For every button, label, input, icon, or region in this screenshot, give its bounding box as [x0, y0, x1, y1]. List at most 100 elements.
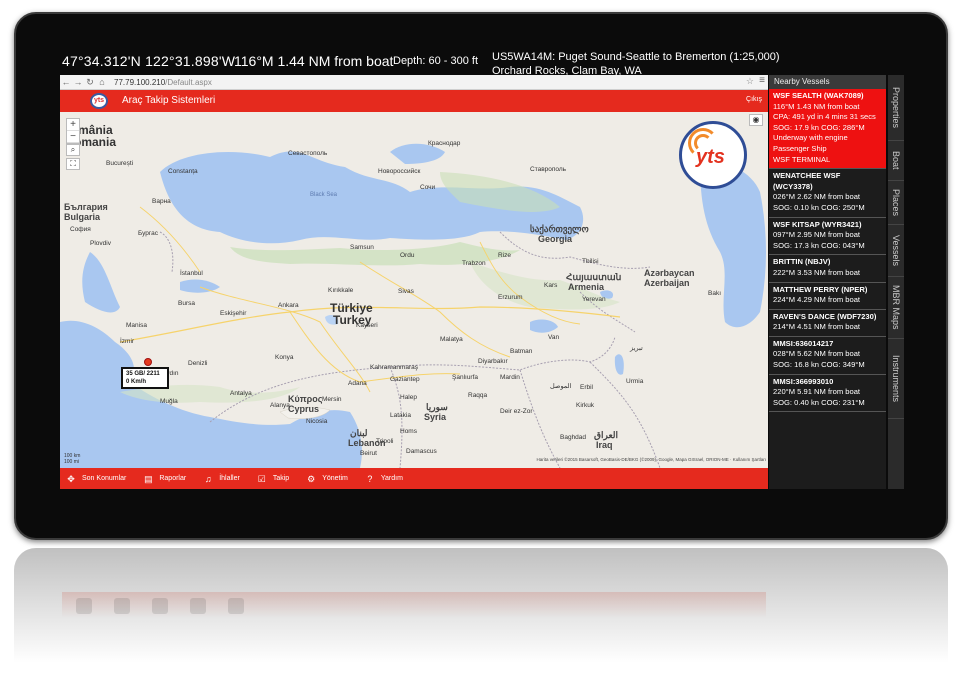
map-scale: 100 km 100 mi	[64, 453, 80, 465]
label-kahramanmaras: Kahramanmaraş	[370, 364, 419, 371]
vessel-item[interactable]: WSF SEALTH (WAK7089) 116°M 1.43 NM from …	[769, 89, 886, 170]
vessel-name: WSF KITSAP (WYR3421)	[773, 219, 862, 229]
label-mosul: الموصل	[550, 383, 572, 390]
label-sofia: София	[70, 226, 91, 233]
vessel-item[interactable]: RAVEN'S DANCE (WDF7230) 214°M 4.51 NM fr…	[769, 310, 886, 337]
vehicle-marker[interactable]	[144, 358, 152, 366]
label-manisa: Manisa	[126, 322, 147, 329]
footer-yardim[interactable]: ? Yardım	[365, 474, 403, 484]
url-host: 77.79.100.210	[114, 77, 166, 87]
map-view[interactable]: mânia omania București Constanța Българи…	[60, 112, 768, 468]
label-sivas: Sivas	[398, 288, 414, 295]
bell-icon: ♫	[204, 473, 212, 484]
vehicle-plate: 35 GB/ 2211	[126, 371, 160, 377]
tab-mbr-maps[interactable]: MBR Maps	[888, 277, 904, 339]
label-sochi: Сочи	[420, 184, 436, 191]
vessel-item[interactable]: WENATCHEE WSF (WCY3378) 026°M 2.62 NM fr…	[769, 169, 886, 218]
app-title: Araç Takip Sistemleri	[122, 95, 216, 106]
vessel-detail: SOG: 17.3 kn COG: 043°M	[773, 240, 865, 250]
browser-menu-icon[interactable]: ≡	[759, 75, 765, 86]
label-azerbaijan-native: Azərbaycan	[644, 268, 695, 278]
reflection-icon	[190, 598, 206, 614]
zoom-in-button[interactable]: +	[67, 119, 79, 131]
device-reflection	[14, 548, 948, 683]
checkbox-icon: ☑	[257, 473, 266, 484]
footer-yonetim[interactable]: ⚙ Yönetim	[306, 474, 348, 484]
label-raqqa: Raqqa	[468, 392, 488, 399]
tab-instruments[interactable]: Instruments	[888, 339, 904, 419]
vessel-detail: 116°M 1.43 NM from boat	[773, 101, 860, 111]
footer-ihlaller[interactable]: ♫ İhlaller	[203, 474, 240, 484]
vessel-name: WSF SEALTH (WAK7089)	[773, 91, 864, 100]
label-damascus: Damascus	[406, 448, 437, 455]
label-bulgaria-native: България	[64, 202, 108, 212]
zoom-out-button[interactable]: −	[67, 131, 79, 143]
label-varna: Варна	[152, 198, 171, 205]
footer-label: Takip	[272, 475, 290, 482]
url-path: /Default.aspx	[165, 77, 212, 87]
zoom-control: + −	[66, 118, 80, 144]
tab-places[interactable]: Places	[888, 181, 904, 225]
vessel-item[interactable]: MATTHEW PERRY (NPER) 224°M 4.29 NM from …	[769, 283, 886, 310]
label-kars: Kars	[544, 282, 558, 289]
reflection-icon	[228, 598, 244, 614]
side-tabs: Properties Boat Places Vessels MBR Maps …	[888, 75, 904, 489]
vessel-detail: 222°M 3.53 NM from boat	[773, 267, 861, 277]
label-erbil: Erbil	[580, 384, 594, 391]
label-syria: Syria	[424, 412, 447, 422]
label-erzurum: Erzurum	[498, 294, 523, 301]
tab-properties[interactable]: Properties	[888, 75, 904, 141]
crosshair-icon: ✥	[67, 473, 75, 484]
small-logo: yts	[90, 93, 108, 109]
exit-button[interactable]: Çıkış	[746, 96, 762, 103]
panel-title: Nearby Vessels	[769, 75, 886, 89]
vehicle-info-box[interactable]: 35 GB/ 2211 0 Km/h	[121, 367, 169, 389]
label-baghdad: Baghdad	[560, 434, 587, 441]
map-search-icon[interactable]: ⌕	[66, 144, 80, 156]
label-adana: Adana	[348, 380, 367, 387]
footer-son-konumlar[interactable]: ✥ Son Konumlar	[66, 474, 126, 484]
vessel-item[interactable]: WSF KITSAP (WYR3421) 097°M 2.95 NM from …	[769, 218, 886, 256]
label-nicosia: Nicosia	[306, 418, 328, 425]
reflection-icon	[76, 598, 92, 614]
label-burgas: Бургас	[138, 230, 159, 237]
vessel-detail: Passenger Ship	[773, 143, 827, 153]
vessel-name: MMSI:366993010	[773, 376, 834, 386]
map-geography	[60, 112, 768, 468]
map-layer-icon[interactable]: ◉	[749, 114, 763, 126]
tab-boat[interactable]: Boat	[888, 141, 904, 181]
label-bursa: Bursa	[178, 300, 195, 307]
label-krasnodar: Краснодар	[428, 140, 461, 147]
depth-readout: Depth: 60 - 300 ft	[393, 55, 478, 67]
reload-icon[interactable]: ↻	[84, 77, 96, 88]
label-armenia: Armenia	[568, 282, 605, 292]
map-attribution: Harita verileri ©2015 Basarsoft, GeoBasi…	[536, 457, 766, 462]
tab-vessels[interactable]: Vessels	[888, 225, 904, 277]
url-field[interactable]: 77.79.100.210/Default.aspx	[114, 78, 212, 87]
label-antalya: Antalya	[230, 390, 252, 397]
vessel-item[interactable]: MMSI:366993010 220°M 5.91 NM from boat S…	[769, 375, 886, 413]
label-georgia: Georgia	[538, 234, 573, 244]
label-plovdiv: Plovdiv	[90, 240, 111, 247]
label-denizli: Denizli	[188, 360, 208, 367]
label-istanbul: İstanbul	[180, 270, 203, 277]
footer-label: Yardım	[380, 475, 403, 482]
bearing-readout: 116°M 1.44 NM from boat	[234, 53, 394, 69]
label-mersin: Mersin	[322, 396, 342, 403]
label-baku: Bakı	[708, 290, 722, 297]
yts-logo: yts	[679, 121, 747, 189]
footer-raporlar[interactable]: ▤ Raporlar	[143, 474, 186, 484]
back-icon[interactable]: ←	[60, 77, 72, 87]
label-azerbaijan: Azerbaijan	[644, 278, 690, 288]
bookmark-star-icon[interactable]: ☆	[746, 76, 754, 87]
forward-icon[interactable]: →	[72, 77, 84, 87]
home-icon[interactable]: ⌂	[96, 77, 108, 87]
vessel-item[interactable]: BRITTIN (NBJV) 222°M 3.53 NM from boat	[769, 255, 886, 283]
label-tripoli: Tripoli	[376, 438, 394, 445]
vessel-item[interactable]: MMSI:636014217 028°M 5.62 NM from boat S…	[769, 337, 886, 375]
fullscreen-icon[interactable]: ⛶	[66, 158, 80, 170]
vehicle-speed: 0 Km/h	[126, 379, 147, 385]
footer-takip[interactable]: ☑ Takip	[257, 474, 289, 484]
label-batman: Batman	[510, 348, 533, 355]
label-homs: Homs	[400, 428, 417, 435]
